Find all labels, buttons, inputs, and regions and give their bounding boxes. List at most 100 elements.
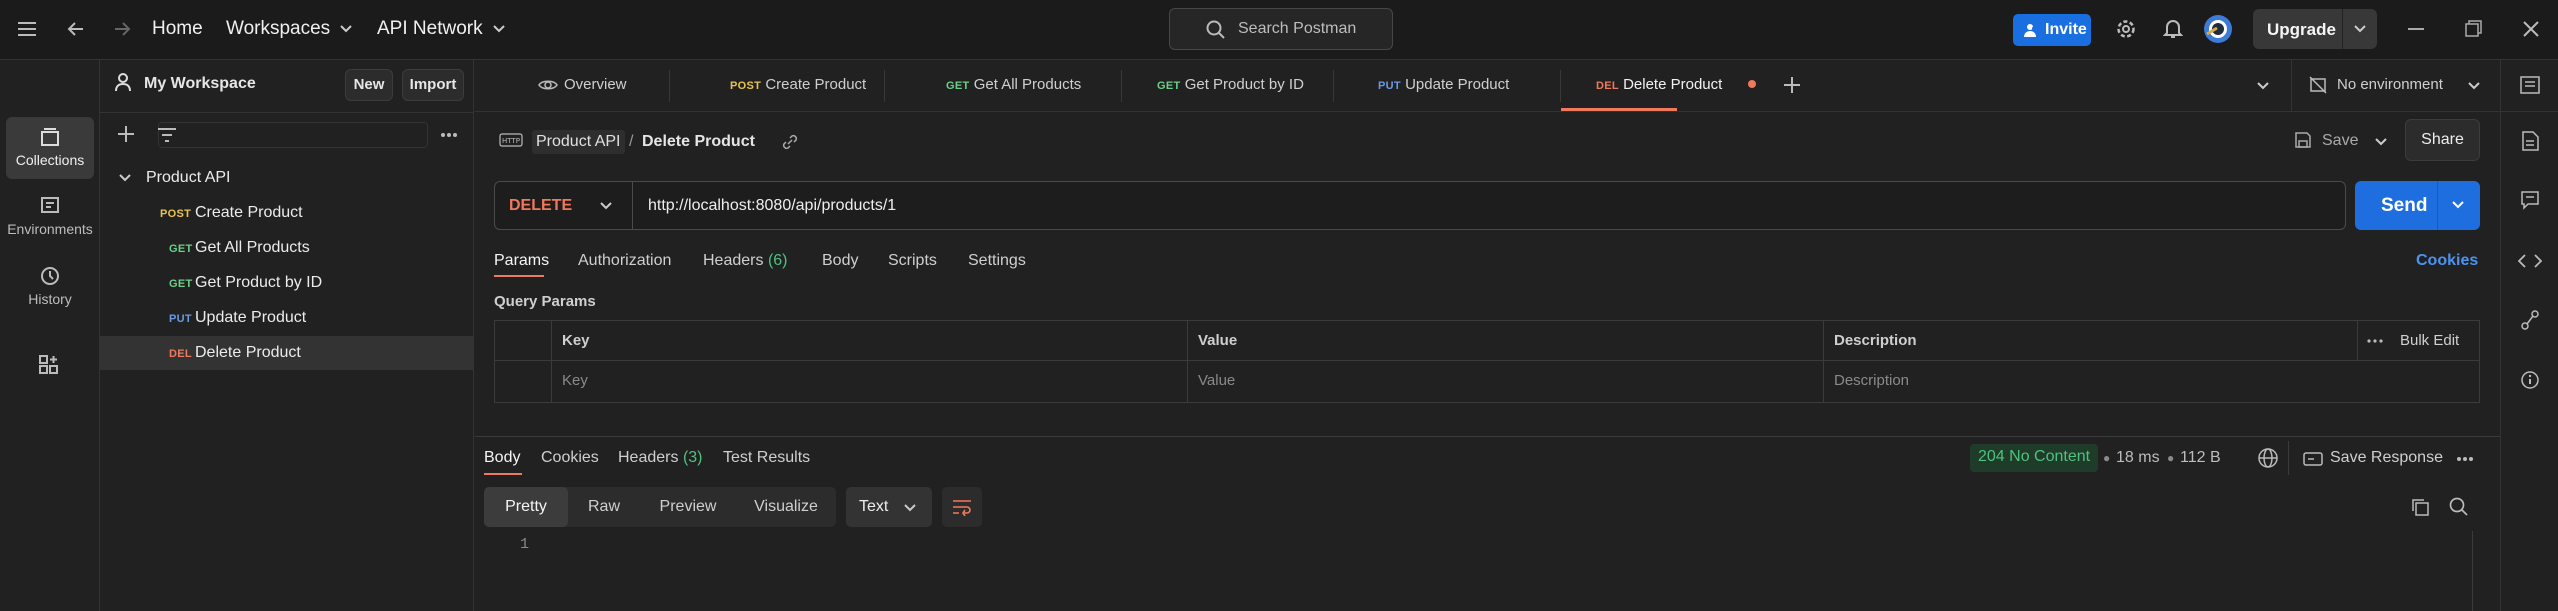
chevron-down-icon[interactable] xyxy=(2353,24,2367,34)
menu-icon[interactable] xyxy=(18,21,38,37)
wrap-lines-button[interactable] xyxy=(942,487,982,527)
list-item[interactable]: GET Get Product by ID xyxy=(100,266,474,300)
tab-get-product-by-id[interactable]: GET Get Product by ID xyxy=(1157,76,1304,93)
response-size[interactable]: 112 B xyxy=(2180,449,2221,467)
method-label: DELETE xyxy=(509,197,573,214)
more-options-icon[interactable] xyxy=(2367,339,2383,343)
tab-create-product[interactable]: POST Create Product xyxy=(730,76,866,93)
description-input[interactable]: Description xyxy=(1834,372,1909,389)
add-tab-icon[interactable] xyxy=(1782,75,1802,95)
tab-delete-product[interactable]: DEL Delete Product xyxy=(1596,76,1722,93)
value-input[interactable]: Value xyxy=(1198,372,1235,389)
search-input[interactable]: Search Postman xyxy=(1169,8,1393,50)
rail-item-history[interactable]: History xyxy=(6,256,94,318)
workspace-name[interactable]: My Workspace xyxy=(144,75,256,93)
tab-scripts[interactable]: Scripts xyxy=(888,252,937,270)
column-header-description: Description xyxy=(1834,332,1917,349)
copy-icon[interactable] xyxy=(2410,497,2430,517)
documentation-icon[interactable] xyxy=(2520,130,2540,152)
filter-input[interactable] xyxy=(158,122,428,148)
bulk-edit-button[interactable]: Bulk Edit xyxy=(2400,332,2459,349)
url-input[interactable]: http://localhost:8080/api/products/1 xyxy=(648,197,896,215)
cookies-link[interactable]: Cookies xyxy=(2416,252,2478,270)
avatar[interactable] xyxy=(2203,14,2233,44)
related-icon[interactable] xyxy=(2520,309,2540,331)
tab-headers[interactable]: Headers (6) xyxy=(703,252,788,270)
tab-label: Update Product xyxy=(1405,76,1510,93)
environment-selector[interactable]: No environment xyxy=(2309,76,2443,94)
add-icon[interactable] xyxy=(116,124,136,144)
close-icon[interactable] xyxy=(2522,20,2540,38)
format-selector[interactable]: Text xyxy=(846,487,932,527)
code-icon[interactable] xyxy=(2518,252,2542,270)
method-selector[interactable]: DELETE xyxy=(495,182,633,229)
collection-product-api[interactable]: Product API xyxy=(100,161,474,195)
more-options-icon[interactable] xyxy=(2456,456,2474,462)
method-badge: GET xyxy=(946,80,970,92)
search-icon[interactable] xyxy=(2449,497,2469,517)
breadcrumb-collection[interactable]: Product API xyxy=(532,130,625,154)
environment-quick-look-icon[interactable] xyxy=(2519,75,2541,95)
minimize-icon[interactable] xyxy=(2408,28,2426,32)
tab-overview[interactable]: Overview xyxy=(538,76,627,93)
chevron-down-icon xyxy=(492,24,506,34)
chevron-down-icon[interactable] xyxy=(2451,200,2465,210)
list-item[interactable]: PUT Update Product xyxy=(100,301,474,335)
headers-count: (6) xyxy=(767,252,788,269)
view-pretty[interactable]: Pretty xyxy=(484,487,568,527)
tab-body[interactable]: Body xyxy=(822,252,858,270)
response-tab-headers[interactable]: Headers (3) xyxy=(618,449,703,467)
share-button[interactable]: Share xyxy=(2405,119,2480,161)
tab-label: Delete Product xyxy=(1623,76,1723,93)
response-divider xyxy=(475,436,2500,437)
list-item[interactable]: DEL Delete Product xyxy=(100,336,474,370)
restore-icon[interactable] xyxy=(2465,20,2483,38)
api-network-menu[interactable]: API Network xyxy=(377,18,506,40)
tab-get-all-products[interactable]: GET Get All Products xyxy=(946,76,1081,93)
send-button[interactable]: Send xyxy=(2355,181,2480,230)
new-button[interactable]: New xyxy=(345,69,393,101)
chevron-down-icon[interactable] xyxy=(2256,81,2270,91)
tab-authorization[interactable]: Authorization xyxy=(578,252,671,270)
comments-icon[interactable] xyxy=(2520,190,2540,210)
tab-update-product[interactable]: PUT Update Product xyxy=(1378,76,1509,93)
settings-gear-icon[interactable] xyxy=(2115,18,2137,40)
view-toggle: Pretty Raw Preview Visualize xyxy=(484,487,836,527)
response-tab-test-results[interactable]: Test Results xyxy=(723,449,810,467)
globe-icon[interactable] xyxy=(2257,447,2279,469)
more-options-icon[interactable] xyxy=(440,132,458,138)
collections-icon xyxy=(39,126,61,148)
view-preview[interactable]: Preview xyxy=(640,487,736,527)
view-visualize[interactable]: Visualize xyxy=(736,487,836,527)
rail-item-environments[interactable]: Environments xyxy=(6,186,94,248)
view-raw[interactable]: Raw xyxy=(568,487,640,527)
workspaces-menu[interactable]: Workspaces xyxy=(226,18,353,40)
configure-sidebar-icon[interactable] xyxy=(38,354,60,376)
chevron-down-icon[interactable] xyxy=(2374,137,2388,147)
chevron-down-icon xyxy=(599,201,613,211)
divider xyxy=(1560,70,1561,102)
chevron-down-icon[interactable] xyxy=(2467,81,2481,91)
request-title[interactable]: Delete Product xyxy=(642,133,755,151)
forward-arrow-icon[interactable] xyxy=(112,19,132,39)
column-header-key: Key xyxy=(562,332,590,349)
import-button[interactable]: Import xyxy=(402,69,464,101)
response-time[interactable]: 18 ms xyxy=(2116,449,2160,467)
tab-params[interactable]: Params xyxy=(494,252,549,270)
rail-item-collections[interactable]: Collections xyxy=(6,117,94,179)
response-tab-cookies[interactable]: Cookies xyxy=(541,449,599,467)
status-badge[interactable]: 204 No Content xyxy=(1970,444,2099,472)
upgrade-button[interactable]: Upgrade xyxy=(2253,9,2377,49)
link-icon[interactable] xyxy=(781,133,799,151)
notifications-bell-icon[interactable] xyxy=(2163,18,2183,40)
invite-button[interactable]: Invite xyxy=(2013,14,2091,46)
key-input[interactable]: Key xyxy=(562,372,588,389)
scrollbar[interactable] xyxy=(2472,531,2480,611)
back-arrow-icon[interactable] xyxy=(66,19,86,39)
info-icon[interactable] xyxy=(2520,370,2540,390)
list-item[interactable]: GET Get All Products xyxy=(100,231,474,265)
response-tab-body[interactable]: Body xyxy=(484,449,520,467)
tab-settings[interactable]: Settings xyxy=(968,252,1026,270)
home-link[interactable]: Home xyxy=(152,18,203,40)
list-item[interactable]: POST Create Product xyxy=(100,196,474,230)
